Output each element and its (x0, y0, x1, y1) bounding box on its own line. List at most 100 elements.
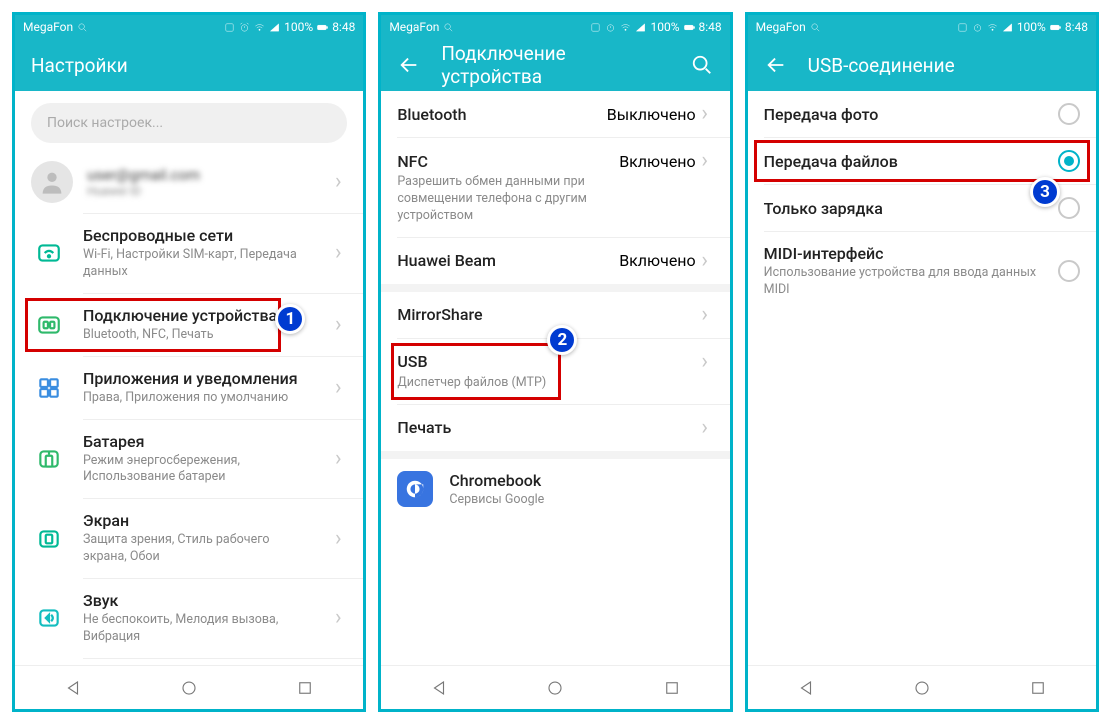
step-badge-2: 2 (547, 325, 577, 355)
search-button[interactable] (690, 53, 714, 77)
phone-device-connection: MegaFon 100% 8:48 Подключение устройства… (378, 12, 732, 712)
clock: 8:48 (332, 20, 355, 34)
item-sub: Сервисы Google (449, 490, 713, 509)
item-title: Huawei Beam (397, 251, 496, 270)
item-title: Печать (397, 418, 451, 437)
page-title: Настройки (31, 54, 347, 77)
navbar (15, 665, 363, 709)
item-title: Приложения и уведомления (83, 369, 313, 388)
profile-main: user@gmail.com (87, 166, 315, 184)
item-midi[interactable]: MIDI-интерфейс Использование устройства … (748, 232, 1096, 311)
step-badge-1: 1 (275, 304, 305, 334)
avatar (31, 161, 73, 203)
chevron-right-icon: › (696, 150, 714, 172)
item-charging-only[interactable]: Только зарядка 3 (748, 185, 1096, 231)
item-print[interactable]: Печать › (381, 405, 729, 451)
battery-pct: 100% (650, 20, 679, 34)
nav-recent-button[interactable] (1016, 666, 1060, 710)
nav-home-button[interactable] (900, 666, 944, 710)
clock: 8:48 (1065, 20, 1088, 34)
item-sound[interactable]: Звук Не беспокоить, Мелодия вызова, Вибр… (15, 579, 363, 658)
item-status: Включено (619, 251, 695, 270)
nav-recent-button[interactable] (283, 666, 327, 710)
nav-back-button[interactable] (417, 666, 461, 710)
item-title: MirrorShare (397, 305, 482, 324)
appbar: USB-соединение (748, 39, 1096, 91)
back-button[interactable] (764, 53, 788, 77)
sound-icon (31, 600, 67, 636)
page-title: USB-соединение (808, 54, 1080, 77)
chevron-right-icon: › (696, 304, 714, 326)
item-display[interactable]: Экран Защита зрения, Стиль рабочего экра… (15, 499, 363, 578)
carrier-name: MegaFon (389, 20, 439, 34)
item-nfc[interactable]: NFC Включено › Разрешить обмен данными п… (381, 138, 729, 237)
navbar (748, 665, 1096, 709)
chevron-right-icon: › (329, 607, 347, 629)
chevron-right-icon: › (696, 351, 714, 373)
nav-recent-button[interactable] (650, 666, 694, 710)
chevron-right-icon: › (696, 417, 714, 439)
battery-pct: 100% (284, 20, 313, 34)
profile-row[interactable]: user@gmail.com Huawei ID › (15, 151, 363, 213)
item-device-connection[interactable]: Подключение устройства Bluetooth, NFC, П… (15, 294, 363, 356)
statusbar: MegaFon 100% 8:48 (748, 15, 1096, 39)
item-sub: Режим энергосбережения, Использование ба… (83, 451, 313, 487)
wifi-icon (987, 22, 998, 33)
wifi-settings-icon (31, 235, 67, 271)
nav-home-button[interactable] (533, 666, 577, 710)
item-sub: Права, Приложения по умолчанию (83, 388, 313, 407)
device-connection-icon (31, 307, 67, 343)
item-apps[interactable]: Приложения и уведомления Права, Приложен… (15, 357, 363, 419)
item-bluetooth[interactable]: Bluetooth Выключено › (381, 91, 729, 137)
chevron-right-icon: › (329, 377, 347, 399)
radio-off[interactable] (1058, 197, 1080, 219)
nav-back-button[interactable] (784, 666, 828, 710)
chevron-right-icon: › (329, 242, 347, 264)
nfc-icon (590, 22, 601, 33)
item-title: MIDI-интерфейс (764, 244, 1042, 263)
item-title: Передача файлов (764, 152, 1042, 171)
wifi-icon (254, 22, 265, 33)
item-sub: Диспетчер файлов (MTP) (397, 373, 713, 392)
wifi-icon (620, 22, 631, 33)
alarm-icon (605, 22, 616, 33)
item-title: Батарея (83, 432, 313, 451)
phone-settings: MegaFon 100% 8:48 Настройки Поиск настро… (12, 12, 366, 712)
item-status: Включено (619, 152, 695, 171)
search-input[interactable]: Поиск настроек... (31, 103, 347, 143)
nfc-icon (224, 22, 235, 33)
radio-off[interactable] (1058, 103, 1080, 125)
item-wireless[interactable]: Беспроводные сети Wi-Fi, Настройки SIM-к… (15, 214, 363, 293)
battery-icon (684, 22, 695, 33)
display-icon (31, 521, 67, 557)
chevron-right-icon: › (696, 103, 714, 125)
phone-usb-connection: MegaFon 100% 8:48 USB-соединение Передач… (745, 12, 1099, 712)
radio-on[interactable] (1058, 150, 1080, 172)
apps-icon (31, 370, 67, 406)
navbar (381, 665, 729, 709)
item-sub: Wi-Fi, Настройки SIM-карт, Передача данн… (83, 245, 313, 281)
item-title: USB (397, 352, 427, 371)
nav-home-button[interactable] (167, 666, 211, 710)
chevron-right-icon: › (329, 528, 347, 550)
item-chromebook[interactable]: Chromebook Сервисы Google (381, 459, 729, 521)
item-sub: Использование устройства для ввода данны… (764, 263, 1042, 299)
item-usb[interactable]: USB › Диспетчер файлов (MTP) 2 (381, 339, 729, 404)
chromebook-icon (397, 471, 433, 507)
alarm-icon (239, 22, 250, 33)
chevron-right-icon: › (329, 448, 347, 470)
alarm-icon (972, 22, 983, 33)
item-status: Выключено (607, 105, 696, 124)
back-button[interactable] (397, 53, 421, 77)
item-title: Звук (83, 591, 313, 610)
item-photo-transfer[interactable]: Передача фото (748, 91, 1096, 137)
radio-off[interactable] (1058, 260, 1080, 282)
appbar: Настройки (15, 39, 363, 91)
item-storage[interactable]: Память Память, Очистка памяти › (15, 659, 363, 665)
item-title: Bluetooth (397, 105, 466, 124)
search-placeholder: Поиск настроек... (47, 115, 163, 131)
item-battery[interactable]: Батарея Режим энергосбережения, Использо… (15, 420, 363, 499)
item-huawei-beam[interactable]: Huawei Beam Включено › (381, 238, 729, 284)
item-title: NFC (397, 152, 428, 171)
nav-back-button[interactable] (51, 666, 95, 710)
